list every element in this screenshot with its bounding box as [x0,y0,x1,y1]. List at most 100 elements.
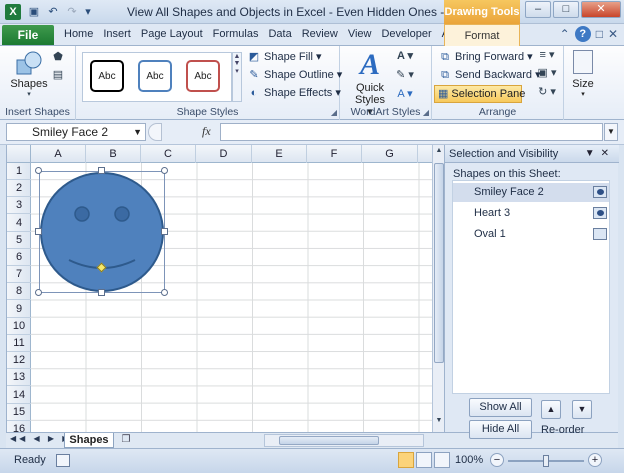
zoom-in-icon[interactable]: + [588,453,602,467]
row-header-10[interactable]: 10 [7,318,31,335]
close-button[interactable]: ✕ [581,1,621,18]
row-header-12[interactable]: 12 [7,352,31,370]
visibility-toggle-icon[interactable] [593,207,607,219]
row-header-8[interactable]: 8 [7,283,31,301]
zoom-out-icon[interactable]: − [490,453,504,467]
column-header-f[interactable]: F [307,145,362,163]
visibility-toggle-icon[interactable] [593,186,607,198]
vertical-scroll-thumb[interactable] [434,163,444,363]
sheet-tab-shapes[interactable]: Shapes [64,433,114,448]
bring-forward-button[interactable]: ⧉ Bring Forward ▾ [438,48,533,66]
tab-developer[interactable]: Developer [376,28,436,40]
wordart-launcher-icon[interactable]: ◢ [423,108,429,117]
gallery-scroll[interactable]: ▲ ▼ ▾ [232,52,242,102]
row-header-4[interactable]: 4 [7,215,31,232]
group-objects-icon[interactable]: ▣ ▾ [536,66,558,80]
excel-app-icon[interactable]: X [5,4,21,20]
shape-outline-button[interactable]: ✎ Shape Outline ▾ [247,66,342,84]
tab-data[interactable]: Data [263,28,296,40]
rotate-icon[interactable]: ↻ ▾ [536,85,558,99]
redo-icon[interactable]: ↷ [64,4,80,20]
shape-styles-launcher-icon[interactable]: ◢ [331,108,337,117]
column-header-g[interactable]: G [362,145,418,163]
normal-view-icon[interactable] [398,452,414,468]
resize-handle-right[interactable] [161,228,168,235]
row-header-14[interactable]: 14 [7,387,31,404]
zoom-level[interactable]: 100% [455,454,483,466]
pane-close-controls[interactable]: ▼✕ [585,145,615,163]
edit-shape-icon[interactable]: ⬟ [50,50,66,64]
name-box-dropdown-icon[interactable]: ▼ [133,124,142,140]
horizontal-scrollbar[interactable] [264,434,424,447]
select-all-corner[interactable] [7,145,31,163]
row-header-15[interactable]: 15 [7,404,31,421]
row-header-11[interactable]: 11 [7,335,31,352]
size-button[interactable]: Size ▾ [570,50,596,98]
visibility-toggle-icon[interactable] [593,228,607,240]
row-header-6[interactable]: 6 [7,249,31,266]
formula-input[interactable] [220,123,603,141]
align-icon[interactable]: ≡ ▾ [536,48,558,62]
tab-view[interactable]: View [343,28,377,40]
row-header-2[interactable]: 2 [7,180,31,198]
help-icon[interactable]: ? [574,26,591,42]
column-header-b[interactable]: B [86,145,141,163]
row-header-3[interactable]: 3 [7,197,31,215]
insert-function-icon[interactable]: fx [202,124,211,139]
undo-icon[interactable]: ↶ [45,4,61,20]
zoom-slider-knob[interactable] [543,455,549,467]
expand-formula-bar-icon[interactable]: ▼ [604,123,618,141]
smiley-face-shape[interactable] [35,167,168,296]
move-down-button[interactable]: ▼ [572,400,592,419]
tab-formulas[interactable]: Formulas [208,28,264,40]
row-header-7[interactable]: 7 [7,266,31,284]
row-header-9[interactable]: 9 [7,301,31,318]
name-box[interactable]: Smiley Face 2 ▼ [6,123,146,141]
save-icon[interactable]: ▣ [26,4,42,20]
column-header-d[interactable]: D [196,145,252,163]
tab-format[interactable]: Format [444,24,520,47]
page-break-view-icon[interactable] [434,452,450,468]
tab-insert[interactable]: Insert [98,28,136,40]
column-header-e[interactable]: E [252,145,307,163]
resize-handle-top[interactable] [98,167,105,174]
move-up-button[interactable]: ▲ [541,400,561,419]
horizontal-scroll-thumb[interactable] [279,436,379,445]
resize-handle-bottom[interactable] [98,289,105,296]
text-effects-icon[interactable]: A ▾ [394,87,416,101]
tab-file[interactable]: File [2,25,54,45]
scroll-down-icon[interactable]: ▼ [434,417,444,429]
resize-handle-tl[interactable] [35,167,42,174]
row-header-5[interactable]: 5 [7,232,31,249]
resize-handle-bl[interactable] [35,289,42,296]
shapes-button[interactable]: Shapes ▾ [9,50,49,98]
macro-recording-icon[interactable] [56,454,70,467]
shape-effects-button[interactable]: ◐ Shape Effects ▾ [247,84,341,102]
list-item[interactable]: Smiley Face 2 [453,183,609,202]
show-all-button[interactable]: Show All [469,398,532,417]
vertical-scrollbar[interactable]: ▲ ▼ [432,145,444,432]
list-item[interactable]: Heart 3 [453,204,609,223]
page-layout-view-icon[interactable] [416,452,432,468]
minimize-button[interactable]: – [525,1,551,18]
hide-all-button[interactable]: Hide All [469,420,532,439]
customize-qat-icon[interactable]: ▾ [83,4,93,20]
column-header-a[interactable]: A [31,145,86,163]
style-option-blue[interactable]: Abc [138,60,172,92]
resize-handle-br[interactable] [161,289,168,296]
scroll-up-icon[interactable]: ▲ [434,147,444,159]
resize-handle-left[interactable] [35,228,42,235]
formula-bar-splitter[interactable] [148,123,162,141]
insert-worksheet-icon[interactable]: ❐ [118,434,134,447]
row-header-16[interactable]: 16 [7,421,31,432]
tab-review[interactable]: Review [297,28,343,40]
row-header-13[interactable]: 13 [7,369,31,387]
maximize-button[interactable]: □ [553,1,579,18]
column-header-c[interactable]: C [141,145,196,163]
text-outline-icon[interactable]: ✎ ▾ [394,68,416,82]
zoom-slider[interactable] [508,455,584,467]
minimize-ribbon-icon[interactable]: ⌃ [560,27,570,41]
list-item[interactable]: Oval 1 [453,225,609,244]
text-box-icon[interactable]: ▤ [50,68,66,82]
style-option-red[interactable]: Abc [186,60,220,92]
